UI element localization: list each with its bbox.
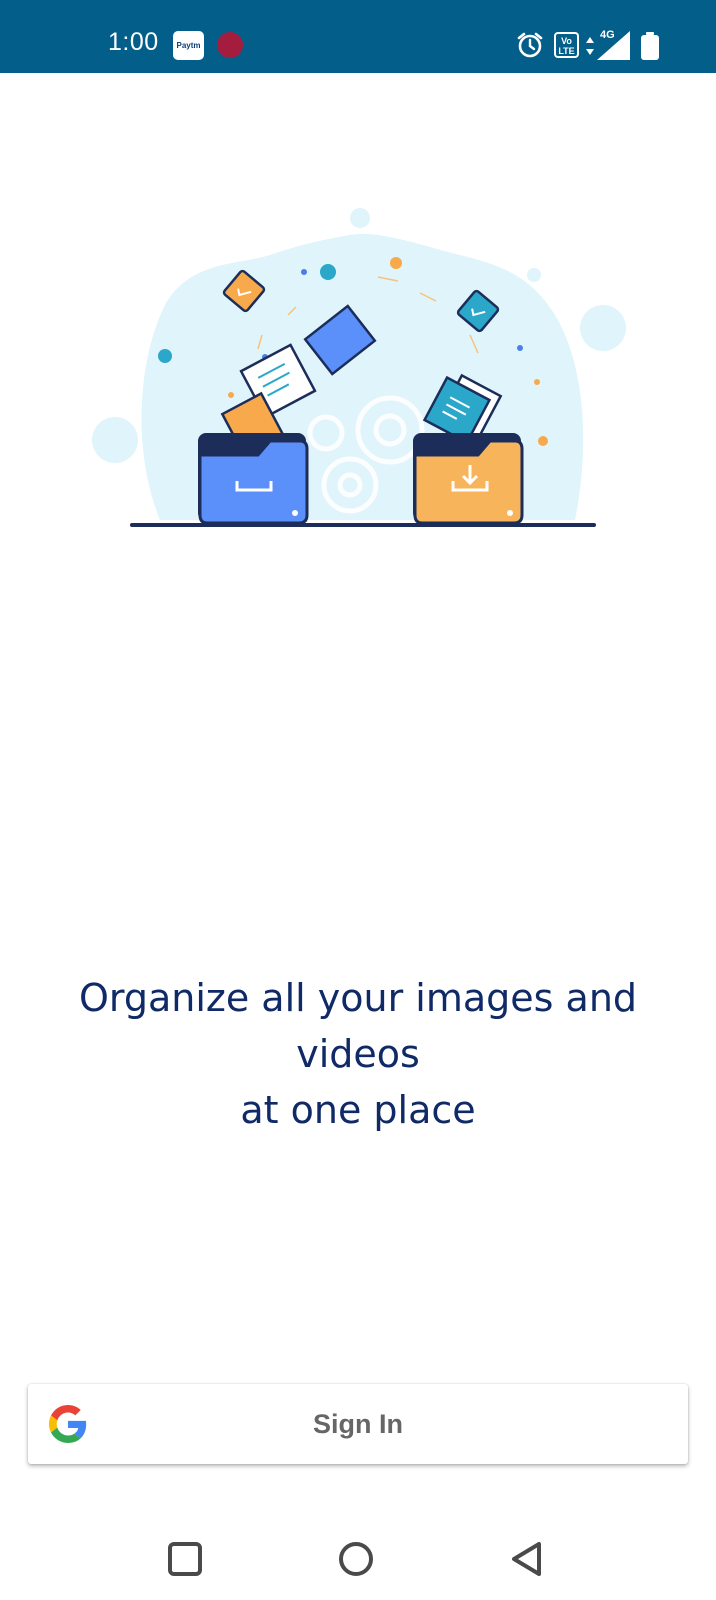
alarm-icon (517, 32, 543, 58)
home-circle-icon[interactable] (336, 1539, 376, 1579)
tagline-line-1: Organize all your images and videos (78, 976, 638, 1076)
paytm-app-icon: Paytm (173, 31, 204, 60)
notification-app-icon (217, 32, 243, 58)
battery-icon (641, 32, 659, 60)
back-triangle-icon[interactable] (508, 1539, 548, 1579)
tagline: Organize all your images and videos at o… (20, 970, 696, 1138)
recents-square-icon[interactable] (165, 1539, 205, 1579)
system-navigation-bar (0, 1510, 716, 1600)
tagline-line-2: at one place (240, 1088, 476, 1132)
data-activity-icon (586, 37, 594, 55)
volte-icon: Vo LTE (554, 32, 579, 58)
folders-illustration (92, 208, 626, 527)
status-bar: 1:00 Paytm Vo LTE 4G (0, 0, 716, 73)
status-time: 1:00 (108, 28, 159, 56)
sign-in-label: Sign In (313, 1409, 403, 1439)
google-sign-in-button[interactable]: Sign In (28, 1384, 688, 1464)
network-type-label: 4G (600, 29, 615, 41)
